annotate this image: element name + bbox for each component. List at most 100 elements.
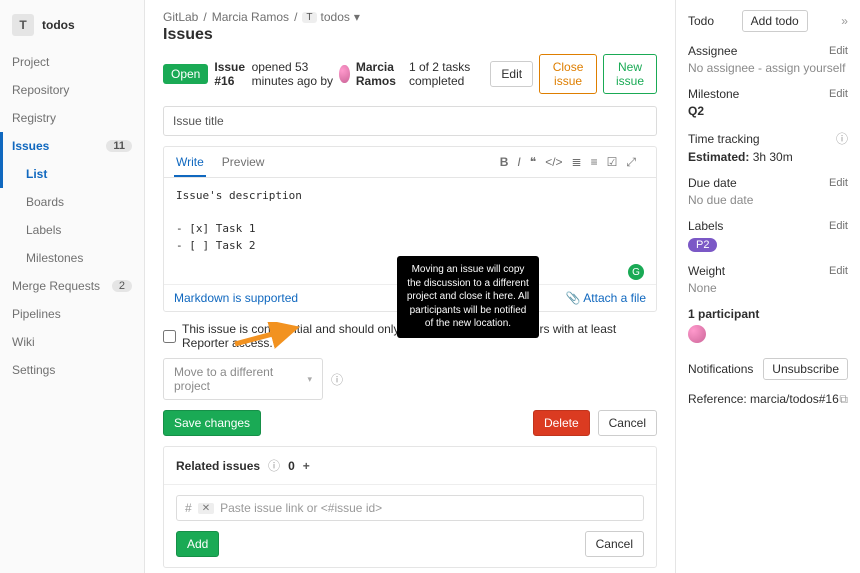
sidebar-item-pipelines[interactable]: Pipelines [0, 300, 144, 328]
add-related-button[interactable]: + [303, 459, 310, 473]
assignee-label: Assignee [688, 44, 737, 58]
sidebar-item-merge-requests[interactable]: Merge Requests2 [0, 272, 144, 300]
author-name[interactable]: Marcia Ramos [356, 60, 403, 88]
add-todo-button[interactable]: Add todo [742, 10, 808, 32]
weight-label: Weight [688, 264, 725, 278]
related-issue-input[interactable]: # ✕ Paste issue link or <#issue id> [176, 495, 644, 521]
crumb-user[interactable]: Marcia Ramos [212, 10, 289, 24]
time-label: Time tracking [688, 132, 760, 146]
crumb-root[interactable]: GitLab [163, 10, 198, 24]
sidebar-item-settings[interactable]: Settings [0, 356, 144, 384]
confidential-checkbox[interactable] [163, 330, 176, 343]
cancel-related-button[interactable]: Cancel [585, 531, 644, 557]
milestone-value[interactable]: Q2 [688, 104, 704, 118]
sidebar-item-milestones[interactable]: Milestones [0, 244, 144, 272]
description-textarea[interactable]: Issue's description - [x] Task 1 - [ ] T… [164, 178, 656, 264]
markdown-help-link[interactable]: Markdown is supported [174, 291, 298, 305]
quote-icon[interactable]: ❝ [530, 155, 536, 169]
right-sidebar: Todo Add todo » Assignee Edit No assignee -… [675, 0, 860, 573]
bold-icon[interactable]: B [500, 155, 509, 169]
project-avatar: T [12, 14, 34, 36]
grammarly-icon: G [628, 264, 644, 280]
status-row: Open Issue #16 opened 53 minutes ago by … [163, 54, 657, 94]
sidebar-item-labels[interactable]: Labels [0, 216, 144, 244]
opened-text: opened 53 minutes ago by [252, 60, 334, 88]
edit-assignee[interactable]: Edit [829, 45, 848, 57]
reference-label: Reference: [688, 392, 747, 406]
assignee-value[interactable]: No assignee - assign yourself [688, 61, 848, 75]
placeholder: Paste issue link or <#issue id> [220, 501, 382, 515]
time-est-label: Estimated: [688, 150, 749, 164]
chevron-down-icon: ▾ [307, 374, 312, 385]
issue-id: Issue #16 [214, 60, 245, 88]
left-sidebar: T todos Project Repository Registry Issu… [0, 0, 145, 573]
help-icon[interactable]: ⓘ [268, 457, 280, 474]
reference-value: marcia/todos#16 [750, 392, 839, 406]
edit-weight[interactable]: Edit [829, 265, 848, 277]
sidebar-item-boards[interactable]: Boards [0, 188, 144, 216]
close-issue-button[interactable]: Close issue [539, 54, 597, 94]
labels-label: Labels [688, 219, 723, 233]
copy-icon[interactable]: ⧉ [839, 392, 848, 407]
mr-badge: 2 [112, 280, 132, 292]
list-ul-icon[interactable]: ≣ [572, 155, 582, 169]
editor-toolbar: B I ❝ </> ≣ ≡ ☑ ⤢ [490, 147, 646, 177]
edit-due[interactable]: Edit [829, 177, 848, 189]
sidebar-item-issues[interactable]: Issues11 [0, 132, 144, 160]
annotation-arrow [233, 322, 303, 350]
clear-icon[interactable]: ✕ [198, 503, 214, 514]
tab-preview[interactable]: Preview [220, 147, 267, 177]
move-project-dropdown[interactable]: Move to a different project▾ [163, 358, 323, 400]
due-label: Due date [688, 176, 737, 190]
weight-value: None [688, 281, 848, 295]
issues-badge: 11 [106, 140, 132, 152]
tasks-complete: 1 of 2 tasks completed [409, 60, 478, 88]
delete-button[interactable]: Delete [533, 410, 590, 436]
participants-label: 1 participant [688, 307, 759, 321]
unsubscribe-button[interactable]: Unsubscribe [763, 358, 848, 380]
related-title: Related issues [176, 459, 260, 473]
sidebar-item-project[interactable]: Project [0, 48, 144, 76]
code-icon[interactable]: </> [545, 155, 562, 169]
main-content: GitLab / Marcia Ramos / Ttodos ▾ Issues … [145, 0, 675, 573]
new-issue-button[interactable]: New issue [603, 54, 657, 94]
status-badge: Open [163, 64, 208, 84]
help-icon[interactable]: ⓘ [331, 371, 343, 388]
sidebar-item-repository[interactable]: Repository [0, 76, 144, 104]
time-est-value: 3h 30m [753, 150, 793, 164]
project-name: todos [42, 18, 75, 32]
sidebar-item-wiki[interactable]: Wiki [0, 328, 144, 356]
list-ol-icon[interactable]: ≡ [591, 155, 598, 169]
crumb-project[interactable]: Ttodos ▾ [302, 10, 360, 24]
author-avatar[interactable] [339, 65, 349, 83]
move-tooltip: Moving an issue will copy the discussion… [397, 256, 539, 338]
notifications-label: Notifications [688, 362, 753, 376]
related-count: 0 [288, 459, 295, 473]
collapse-icon[interactable]: » [841, 14, 848, 28]
issue-title-input[interactable] [163, 106, 657, 136]
page-title: Issues [163, 26, 657, 44]
due-value: No due date [688, 193, 848, 207]
task-icon[interactable]: ☑ [607, 155, 618, 169]
sidebar-item-registry[interactable]: Registry [0, 104, 144, 132]
sidebar-item-list[interactable]: List [0, 160, 144, 188]
help-icon[interactable]: ⓘ [836, 130, 848, 147]
cancel-button[interactable]: Cancel [598, 410, 657, 436]
breadcrumb: GitLab / Marcia Ramos / Ttodos ▾ [163, 10, 657, 24]
attach-file-link[interactable]: 📎 Attach a file [566, 291, 646, 305]
save-button[interactable]: Save changes [163, 410, 261, 436]
fullscreen-icon[interactable]: ⤢ [626, 155, 636, 170]
chevron-down-icon: ▾ [354, 10, 360, 24]
edit-labels[interactable]: Edit [829, 220, 848, 232]
edit-milestone[interactable]: Edit [829, 88, 848, 100]
add-related-submit[interactable]: Add [176, 531, 219, 557]
participant-avatar[interactable] [688, 325, 706, 343]
todo-label: Todo [688, 14, 714, 28]
edit-button[interactable]: Edit [490, 61, 533, 87]
italic-icon[interactable]: I [517, 155, 520, 169]
milestone-label: Milestone [688, 87, 739, 101]
label-chip[interactable]: P2 [688, 238, 717, 252]
tab-write[interactable]: Write [174, 147, 206, 177]
project-header[interactable]: T todos [0, 8, 144, 48]
related-issues-panel: Related issues ⓘ 0 + # ✕ Paste issue lin… [163, 446, 657, 568]
